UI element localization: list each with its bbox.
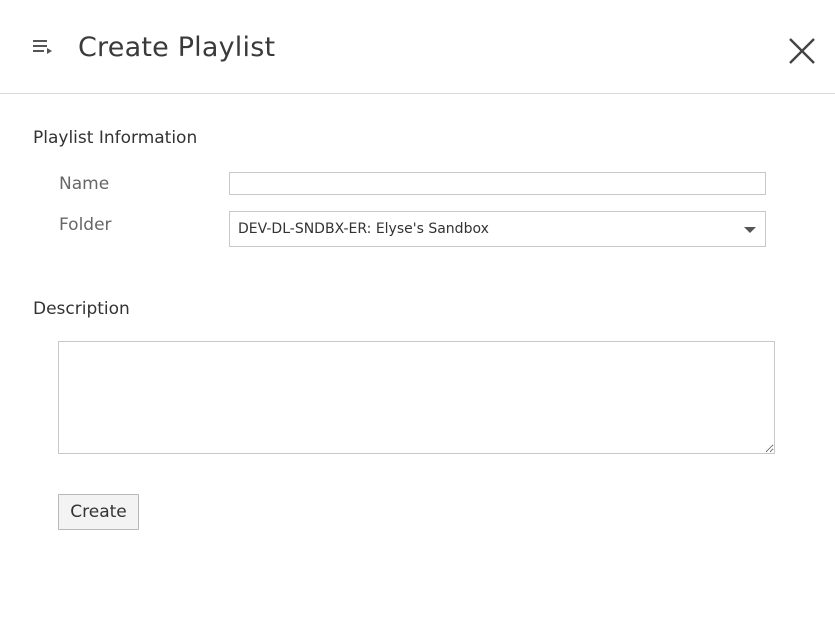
name-label: Name — [59, 174, 110, 194]
description-textarea[interactable] — [58, 341, 775, 454]
playlist-information-heading: Playlist Information — [33, 128, 198, 148]
dialog-header: Create Playlist — [0, 0, 835, 94]
playlist-menu-icon — [33, 39, 53, 55]
name-input[interactable] — [229, 172, 766, 195]
create-playlist-dialog: Create Playlist Playlist Information Nam… — [0, 0, 835, 635]
folder-select[interactable]: DEV-DL-SNDBX-ER: Elyse's Sandbox — [229, 211, 766, 247]
folder-selected-value: DEV-DL-SNDBX-ER: Elyse's Sandbox — [238, 221, 489, 237]
folder-label: Folder — [59, 215, 112, 235]
dialog-title: Create Playlist — [78, 32, 276, 63]
description-heading: Description — [33, 299, 130, 319]
chevron-down-icon — [744, 227, 756, 233]
close-icon[interactable] — [786, 35, 818, 67]
create-button[interactable]: Create — [58, 494, 139, 530]
